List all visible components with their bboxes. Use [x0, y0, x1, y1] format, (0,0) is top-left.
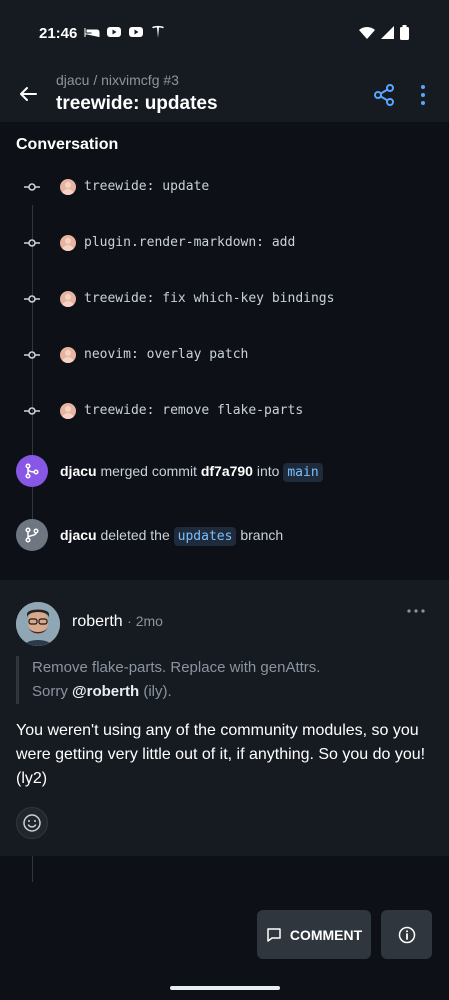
comment-body: You weren't using any of the community m…: [16, 722, 426, 787]
share-icon[interactable]: [373, 84, 395, 106]
commit-icon: [24, 239, 40, 247]
quote-block: Remove flake-parts. Replace with genAttr…: [16, 656, 412, 704]
delete-event-text: djacu deleted the updates branch: [60, 527, 284, 546]
branch-tag[interactable]: main: [283, 463, 323, 482]
tesla-icon: [152, 25, 164, 38]
comment-button-label: COMMENT: [289, 926, 363, 943]
into-text: into: [256, 463, 280, 479]
timeline-line: [32, 205, 33, 550]
comment-button[interactable]: COMMENT: [257, 910, 371, 959]
commit-sha[interactable]: df7a790: [201, 463, 253, 479]
commit-icon: [24, 295, 40, 303]
commit-icon: [24, 351, 40, 359]
timeline-commit[interactable]: treewide: remove flake-parts: [0, 398, 449, 424]
quote-line-2: Sorry @roberth (ily).: [32, 680, 412, 704]
commit-message: plugin.render-markdown: add: [84, 235, 296, 250]
battery-icon: [400, 25, 409, 40]
actor-name[interactable]: djacu: [60, 527, 97, 543]
branch-text: branch: [240, 527, 284, 543]
avatar: [60, 179, 76, 195]
timeline-line-bottom: [32, 856, 33, 882]
commit-icon: [24, 407, 40, 415]
merge-badge: [16, 455, 48, 487]
conversation-title: Conversation: [16, 136, 119, 153]
app-bar: djacu / nixvimcfg #3 treewide: updates: [0, 60, 449, 122]
timeline-commit[interactable]: neovim: overlay patch: [0, 342, 449, 368]
deleted-text: deleted the: [100, 527, 170, 543]
commit-message: neovim: overlay patch: [84, 347, 249, 362]
branch-icon: [25, 527, 39, 543]
comment-time: · 2mo: [127, 613, 163, 629]
timeline-commit[interactable]: treewide: update: [0, 174, 449, 200]
back-arrow-icon[interactable]: [16, 82, 40, 106]
merge-icon: [25, 463, 39, 479]
gesture-bar[interactable]: [170, 986, 280, 990]
signal-icon: [381, 26, 394, 39]
more-vert-icon[interactable]: [413, 84, 433, 106]
timeline-commit[interactable]: plugin.render-markdown: add: [0, 230, 449, 256]
status-time: 21:46: [39, 25, 78, 42]
commit-message: treewide: update: [84, 179, 210, 194]
comment-author[interactable]: roberth: [72, 613, 123, 630]
repo-breadcrumb[interactable]: djacu / nixvimcfg #3: [56, 72, 179, 88]
branch-badge: [16, 519, 48, 551]
merge-text: merged commit: [100, 463, 197, 479]
info-icon: [398, 926, 415, 943]
notification-icons: [84, 24, 166, 40]
more-horiz-icon[interactable]: [407, 608, 425, 614]
avatar: [60, 403, 76, 419]
youtube-icon-2: [129, 27, 143, 37]
merge-event-text: djacu merged commit df7a790 into main: [60, 463, 323, 482]
bed-icon: [84, 28, 100, 37]
avatar: [60, 291, 76, 307]
system-icons: [359, 25, 409, 40]
add-reaction-button[interactable]: [16, 807, 48, 839]
smiley-icon: [23, 814, 41, 832]
comment-author-line: roberth · 2mo: [72, 613, 163, 631]
wifi-icon: [359, 26, 375, 39]
info-button[interactable]: [381, 910, 432, 959]
comment-icon: [267, 927, 281, 942]
page-title: treewide: updates: [56, 93, 218, 114]
avatar: [60, 235, 76, 251]
delete-branch-event: djacu deleted the updates branch: [0, 519, 449, 553]
mention[interactable]: @roberth: [72, 683, 139, 700]
merge-event: djacu merged commit df7a790 into main: [0, 455, 449, 489]
avatar: [60, 347, 76, 363]
comment-card: roberth · 2mo Remove flake-parts. Replac…: [0, 580, 449, 856]
quote-rest: (ily).: [143, 683, 172, 700]
avatar[interactable]: [16, 602, 60, 646]
quote-sorry: Sorry: [32, 683, 68, 700]
timeline-commit[interactable]: treewide: fix which-key bindings: [0, 286, 449, 312]
quote-line: Remove flake-parts. Replace with genAttr…: [32, 659, 321, 676]
commit-message: treewide: remove flake-parts: [84, 403, 304, 418]
actor-name[interactable]: djacu: [60, 463, 97, 479]
commit-message: treewide: fix which-key bindings: [84, 291, 335, 306]
commit-icon: [24, 183, 40, 191]
avatar-image: [16, 602, 60, 646]
status-bar: 21:46: [0, 0, 449, 60]
youtube-icon: [107, 27, 121, 37]
branch-tag[interactable]: updates: [173, 527, 237, 546]
